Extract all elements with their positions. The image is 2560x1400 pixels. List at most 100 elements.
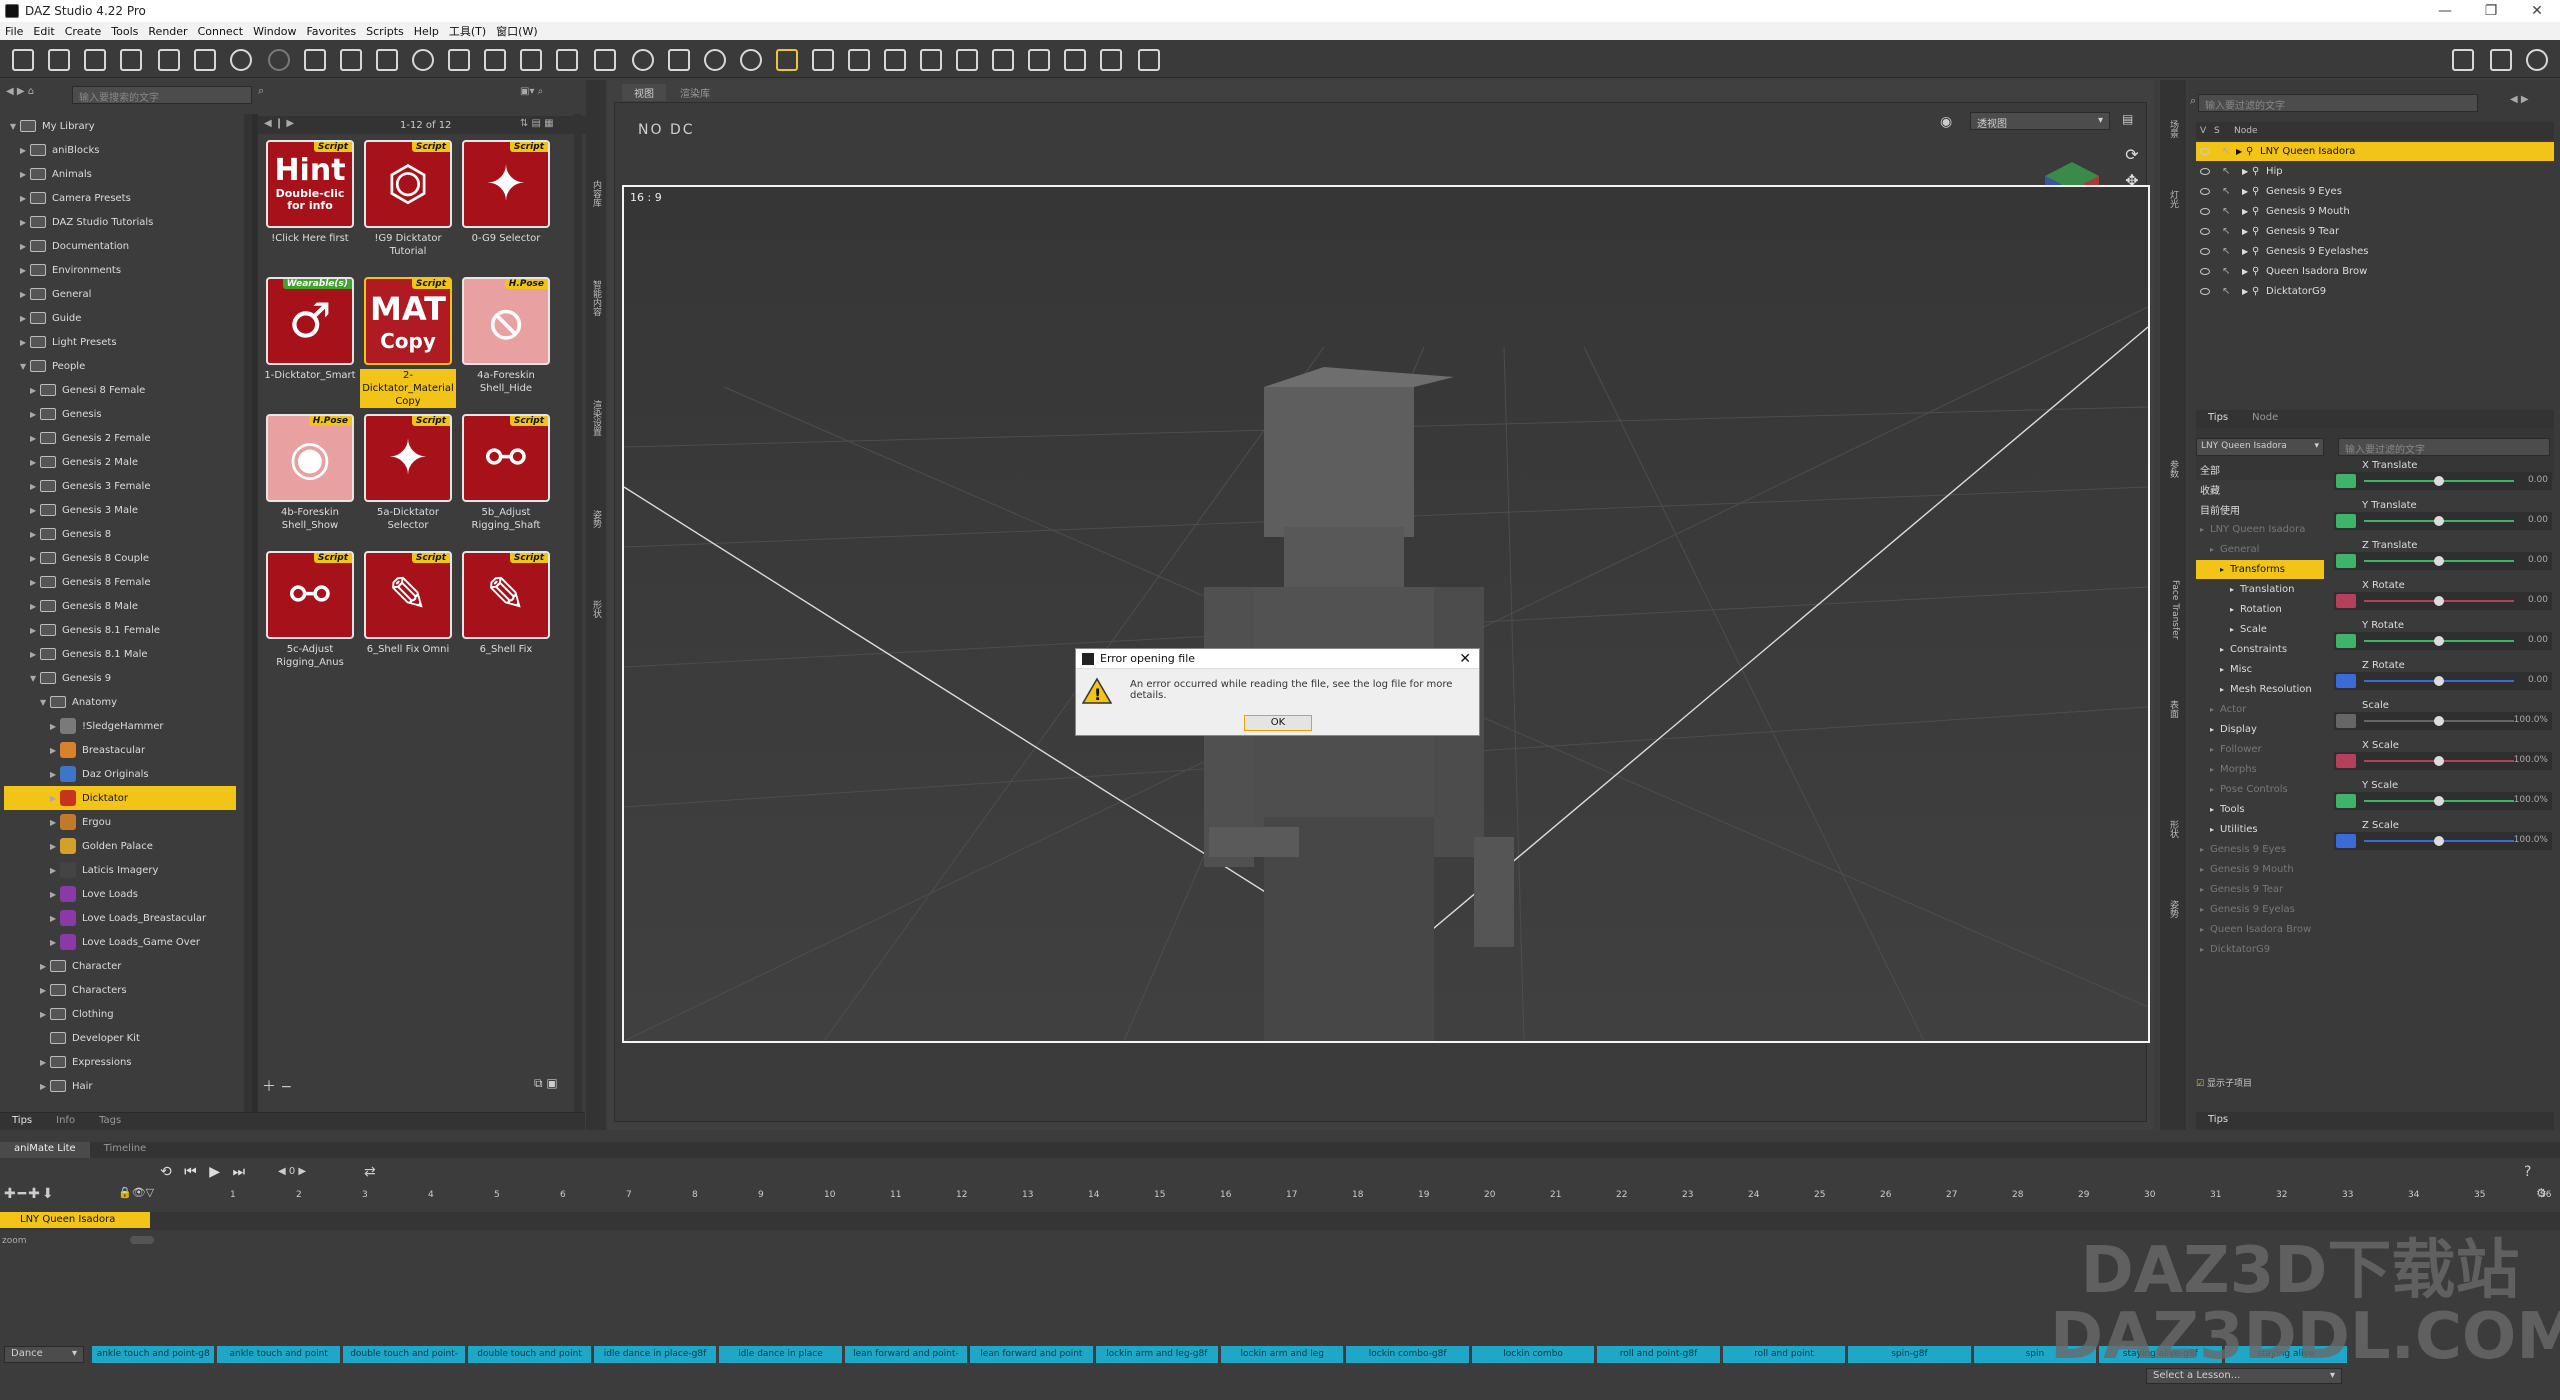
scale-icon[interactable] [812, 49, 834, 71]
aim-icon[interactable] [1028, 49, 1050, 71]
collapsed-arrow-icon[interactable]: ▶ [30, 650, 40, 659]
animation-clip[interactable]: double touch and point [468, 1346, 591, 1363]
library-tree-item[interactable]: ▶ Genesis 8 Couple [4, 546, 236, 570]
param-group-item[interactable]: ▸ Pose Controls [2196, 780, 2324, 799]
group-expand-icon[interactable]: ▸ [2200, 865, 2210, 874]
param-group-item[interactable]: ▸ Tools [2196, 800, 2324, 819]
library-tree-item[interactable]: ▼ Genesis 9 [4, 666, 236, 690]
menu-connect[interactable]: Connect [193, 25, 248, 38]
scene-tab-node[interactable]: Node [2240, 410, 2290, 428]
view-options[interactable]: ⇅ ▤ ▦ [520, 118, 554, 129]
tiles-scrollbar[interactable] [574, 114, 582, 1114]
param-node-select[interactable]: LNY Queen Isadora ▾ [2196, 438, 2324, 456]
region-navigator-icon[interactable] [448, 49, 470, 71]
animation-clip[interactable]: idle dance in place-g8f [593, 1346, 717, 1363]
scene-options[interactable]: ◀ ▶ [2510, 94, 2529, 105]
whats-this-icon[interactable] [2490, 49, 2512, 71]
geometry-editor-icon[interactable] [412, 49, 434, 71]
param-slider-track[interactable]: 0.00 [2334, 512, 2552, 530]
group-expand-icon[interactable]: ▸ [2210, 765, 2220, 774]
ok-button[interactable]: OK [1244, 715, 1312, 731]
open-icon[interactable] [48, 49, 70, 71]
collapsed-arrow-icon[interactable]: ▶ [20, 338, 30, 347]
side-tab-4[interactable]: 姿势 [589, 510, 603, 528]
side-tab-face-transfer[interactable]: Face Transfer [2166, 580, 2180, 639]
param-slider[interactable]: Y Rotate 0.00 [2334, 620, 2552, 660]
library-tree-item[interactable]: ▶ General [4, 282, 236, 306]
param-slider-track[interactable]: 100.0% [2334, 792, 2552, 810]
collapsed-arrow-icon[interactable]: ▶ [30, 530, 40, 539]
library-tree-item[interactable]: ▶ Characters [4, 978, 236, 1002]
param-group-item[interactable]: ▸ Scale [2196, 620, 2324, 639]
param-slider-track[interactable]: 100.0% [2334, 712, 2552, 730]
library-tree-item[interactable]: ▶ Love Loads_Game Over [4, 930, 236, 954]
scene-node[interactable]: ↖ ▶ ⚲ Genesis 9 Eyelashes [2196, 242, 2554, 261]
side-tab-shaping[interactable]: 形状 [2166, 820, 2180, 838]
library-tree-item[interactable]: ▶ Genesis 8.1 Male [4, 642, 236, 666]
menu-file[interactable]: File [0, 25, 28, 38]
animation-clip[interactable]: lean forward and point [970, 1346, 1093, 1363]
animation-clip[interactable]: ankle touch and point [217, 1346, 340, 1363]
library-tree-item[interactable]: ▶ Love Loads [4, 882, 236, 906]
drawstyle-icon[interactable]: ◉ [1940, 114, 1966, 132]
side-tab-3[interactable]: 渲染设置 [589, 400, 603, 436]
animation-clip[interactable]: roll and point-g8f [1597, 1346, 1720, 1363]
side-tab-lights[interactable]: 灯光 [2166, 190, 2180, 208]
side-tab-posing[interactable]: 姿势 [2166, 900, 2180, 918]
slider-knob[interactable] [2434, 516, 2444, 526]
camera-select[interactable]: 透视图 ▾ [1970, 112, 2110, 130]
spot-light-icon[interactable] [848, 49, 870, 71]
show-sub-items-checkbox[interactable]: ☑ 显示子项目 [2196, 1076, 2252, 1089]
tab-tags[interactable]: Tags [87, 1113, 133, 1130]
minimize-button[interactable]: — [2422, 3, 2468, 19]
library-tree-item[interactable]: ▶ Genesis 2 Female [4, 426, 236, 450]
menu-render[interactable]: Render [143, 25, 192, 38]
side-tab-1[interactable]: 内容库 [589, 180, 603, 207]
animation-clip[interactable]: lockin combo-g8f [1346, 1346, 1469, 1363]
timeline-help-icon[interactable]: ? [2524, 1164, 2531, 1180]
selectable-icon[interactable]: ↖ [2222, 166, 2236, 177]
collapsed-arrow-icon[interactable]: ▶ [30, 482, 40, 491]
library-item-thumbnail[interactable]: H.Pose ⦸ [462, 277, 550, 365]
param-filter-input[interactable]: 输入要过滤的文字 [2338, 438, 2550, 456]
scene-node[interactable]: ↖ ▶ ⚲ Genesis 9 Tear [2196, 222, 2554, 241]
param-slider[interactable]: Y Translate 0.00 [2334, 500, 2552, 540]
animation-clip[interactable]: lean forward and point- [844, 1346, 968, 1363]
selectable-icon[interactable]: ↖ [2222, 146, 2236, 157]
param-group-item[interactable]: ▸ Follower [2196, 740, 2324, 759]
collapsed-arrow-icon[interactable]: ▶ [20, 242, 30, 251]
library-tree-item[interactable]: ▶ Ergou [4, 810, 236, 834]
collapsed-arrow-icon[interactable]: ▶ [30, 410, 40, 419]
group-expand-icon[interactable]: ▸ [2220, 665, 2230, 674]
group-expand-icon[interactable]: ▸ [2210, 785, 2220, 794]
param-slider[interactable]: Z Rotate 0.00 [2334, 660, 2552, 700]
library-item-thumbnail[interactable]: Script Hint Double-clic for info [266, 140, 354, 228]
library-item-thumbnail[interactable]: Script ✎ [462, 551, 550, 639]
param-group-item[interactable]: ▸ Genesis 9 Eyelas [2196, 900, 2324, 919]
library-item-thumbnail[interactable]: Wearable(s) ♂ [266, 277, 354, 365]
library-item-thumbnail[interactable]: Script ✦ [462, 140, 550, 228]
param-slider[interactable]: X Translate 0.00 [2334, 460, 2552, 500]
group-expand-icon[interactable]: ▸ [2230, 605, 2240, 614]
collapsed-arrow-icon[interactable]: ▶ [30, 578, 40, 587]
expand-arrow-icon[interactable]: ▶ [2242, 207, 2252, 216]
slider-knob[interactable] [2434, 676, 2444, 686]
track-tools[interactable]: ✚━✚⬇ [4, 1186, 56, 1202]
menu-tools-cn[interactable]: 工具(T) [444, 23, 491, 39]
collapsed-arrow-icon[interactable]: ▶ [50, 938, 60, 947]
home-icon[interactable] [2452, 49, 2474, 71]
slider-knob[interactable] [2434, 756, 2444, 766]
library-tree-item[interactable]: ▶ Genesis 8 [4, 522, 236, 546]
collapsed-arrow-icon[interactable]: ▶ [50, 746, 60, 755]
collapsed-arrow-icon[interactable]: ▶ [20, 218, 30, 227]
param-group-item[interactable]: ▸ Translation [2196, 580, 2324, 599]
library-tree-item[interactable]: ▶ Documentation [4, 234, 236, 258]
collapsed-arrow-icon[interactable]: ▶ [40, 1010, 50, 1019]
translate-icon[interactable] [776, 49, 798, 71]
param-group-item[interactable]: 收藏 [2196, 480, 2324, 499]
page-nav-buttons[interactable]: ◀ ❙ ▶ [264, 118, 294, 129]
param-slider-track[interactable]: 0.00 [2334, 672, 2552, 690]
surface-selection-icon[interactable] [484, 49, 506, 71]
camera-icon[interactable] [1138, 49, 1160, 71]
spot-render-icon[interactable] [376, 49, 398, 71]
